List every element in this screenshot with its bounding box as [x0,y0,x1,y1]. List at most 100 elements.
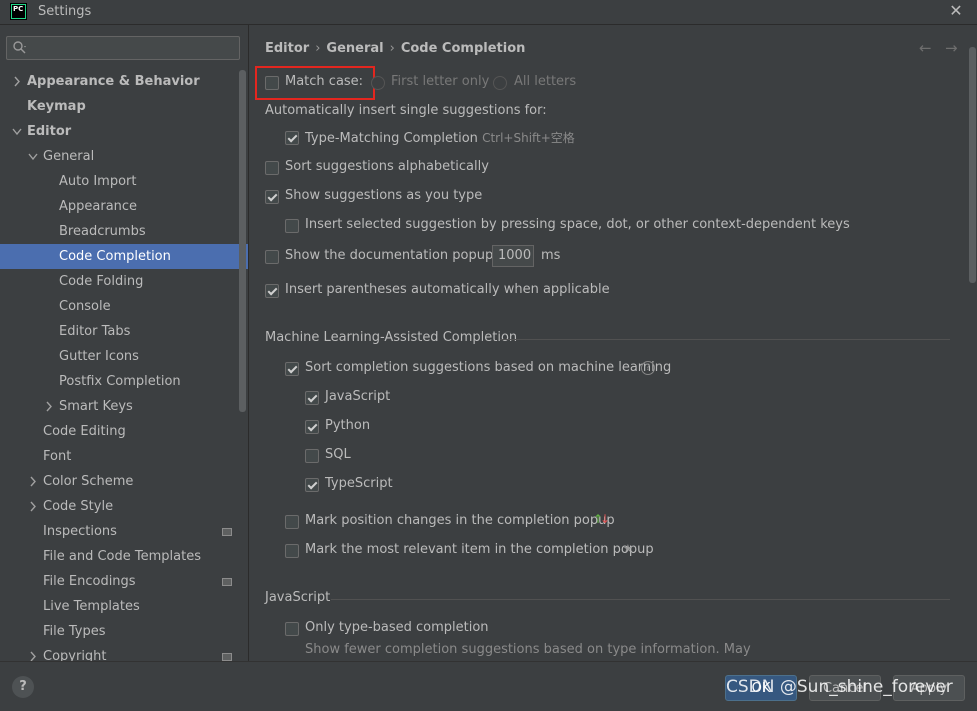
tree-item-label: Copyright [43,649,107,661]
section-divider [331,599,950,600]
ml-typescript-label: TypeScript [325,476,393,491]
sidebar-scrollbar[interactable] [239,70,246,412]
tree-item[interactable]: Inspections [0,519,248,544]
tree-item[interactable]: Console [0,294,248,319]
tree-item-label: Keymap [27,99,86,114]
tree-item[interactable]: Editor [0,119,248,144]
mark-relevant-checkbox[interactable] [285,544,299,558]
tree-item[interactable]: Font [0,444,248,469]
help-icon[interactable]: ? [641,361,655,375]
tree-item[interactable]: Copyright [0,644,248,661]
tree-item-label: Appearance [59,199,138,214]
tree-item[interactable]: Keymap [0,94,248,119]
chevron-right-icon[interactable] [12,69,22,94]
tree-item-label: Breadcrumbs [59,224,146,239]
type-matching-checkbox[interactable] [285,131,299,145]
insert-parens-checkbox[interactable] [265,284,279,298]
tree-item-label: File Types [43,624,106,639]
auto-insert-heading: Automatically insert single suggestions … [265,103,547,118]
sort-alpha-label: Sort suggestions alphabetically [285,159,489,174]
tree-item-label: File and Code Templates [43,549,201,564]
insert-selected-checkbox[interactable] [285,219,299,233]
tree-item-label: Code Completion [59,249,171,264]
all-letters-radio[interactable] [493,76,507,90]
ml-typescript-checkbox[interactable] [305,478,319,492]
breadcrumb-editor[interactable]: Editor [265,41,309,56]
settings-sidebar: Appearance & Behavior Keymap Editor General… [0,25,249,661]
tree-item[interactable]: Live Templates [0,594,248,619]
project-scope-icon [222,578,232,586]
js-section-title: JavaScript [265,590,331,605]
tree-item[interactable]: Appearance [0,194,248,219]
chevron-right-icon[interactable] [28,469,38,494]
first-letter-only-radio[interactable] [371,76,385,90]
chevron-down-icon[interactable] [28,144,38,169]
type-based-checkbox[interactable] [285,622,299,636]
show-as-type-label: Show suggestions as you type [285,188,483,203]
down-arrow-icon: ↓ [600,512,611,526]
tree-item-label: Editor [27,124,72,139]
tree-item-label: Appearance & Behavior [27,74,200,89]
ml-javascript-checkbox[interactable] [305,391,319,405]
first-letter-only-label: First letter only [391,74,490,89]
tree-item[interactable]: File Encodings [0,569,248,594]
tree-item-label: Auto Import [59,174,137,189]
section-divider [500,339,950,340]
tree-item[interactable]: Auto Import [0,169,248,194]
ml-sql-checkbox[interactable] [305,449,319,463]
breadcrumb-separator: › [389,41,395,56]
tree-item[interactable]: Code Completion [0,244,248,269]
doc-popup-checkbox[interactable] [265,250,279,264]
tree-item-label: Color Scheme [43,474,134,489]
back-arrow-icon[interactable]: ← [919,39,932,57]
tree-item[interactable]: Editor Tabs [0,319,248,344]
tree-item-label: Code Style [43,499,114,514]
doc-popup-unit: ms [541,248,561,263]
search-input[interactable] [6,36,240,60]
tree-item[interactable]: Gutter Icons [0,344,248,369]
tree-item[interactable]: Code Editing [0,419,248,444]
chevron-down-icon[interactable] [12,119,22,144]
sort-alpha-checkbox[interactable] [265,161,279,175]
ml-python-checkbox[interactable] [305,420,319,434]
tree-item[interactable]: Code Style [0,494,248,519]
code-completion-panel: Editor › General › Code Completion ← → Match… [249,25,977,661]
tree-item-label: Live Templates [43,599,140,614]
tree-item[interactable]: Appearance & Behavior [0,69,248,94]
close-icon[interactable]: ✕ [946,1,966,21]
doc-popup-delay-input[interactable]: 1000 [492,245,534,267]
ml-sort-label: Sort completion suggestions based on mac… [305,360,672,375]
tree-item-label: Console [59,299,111,314]
tree-item[interactable]: Breadcrumbs [0,219,248,244]
tree-item[interactable]: Postfix Completion [0,369,248,394]
ml-sort-checkbox[interactable] [285,362,299,376]
chevron-right-icon[interactable] [44,394,54,419]
project-scope-icon [222,528,232,536]
tree-item[interactable]: Code Folding [0,269,248,294]
tree-item[interactable]: Color Scheme [0,469,248,494]
type-based-hint: Show fewer completion suggestions based … [305,642,751,657]
chevron-right-icon[interactable] [28,494,38,519]
tree-item-label: Smart Keys [59,399,133,414]
pycharm-app-icon: PC [10,3,27,20]
match-case-checkbox[interactable] [265,76,279,90]
mark-position-label: Mark position changes in the completion … [305,513,615,528]
mark-position-checkbox[interactable] [285,515,299,529]
chevron-right-icon[interactable] [28,644,38,661]
tree-item[interactable]: File and Code Templates [0,544,248,569]
tree-item-label: Code Editing [43,424,126,439]
show-as-type-checkbox[interactable] [265,190,279,204]
tree-item-label: File Encodings [43,574,136,589]
tree-item[interactable]: File Types [0,619,248,644]
main-scrollbar[interactable] [969,47,976,283]
tree-item[interactable]: General [0,144,248,169]
match-case-label: Match case: [285,74,364,89]
breadcrumb-general[interactable]: General [326,41,383,56]
help-button[interactable]: ? [12,676,34,698]
tree-item[interactable]: Smart Keys [0,394,248,419]
mark-relevant-label: Mark the most relevant item in the compl… [305,542,654,557]
breadcrumb: Editor › General › Code Completion [265,41,525,56]
type-based-label: Only type-based completion [305,620,489,635]
tree-item-label: Gutter Icons [59,349,139,364]
forward-arrow-icon[interactable]: → [945,39,958,57]
